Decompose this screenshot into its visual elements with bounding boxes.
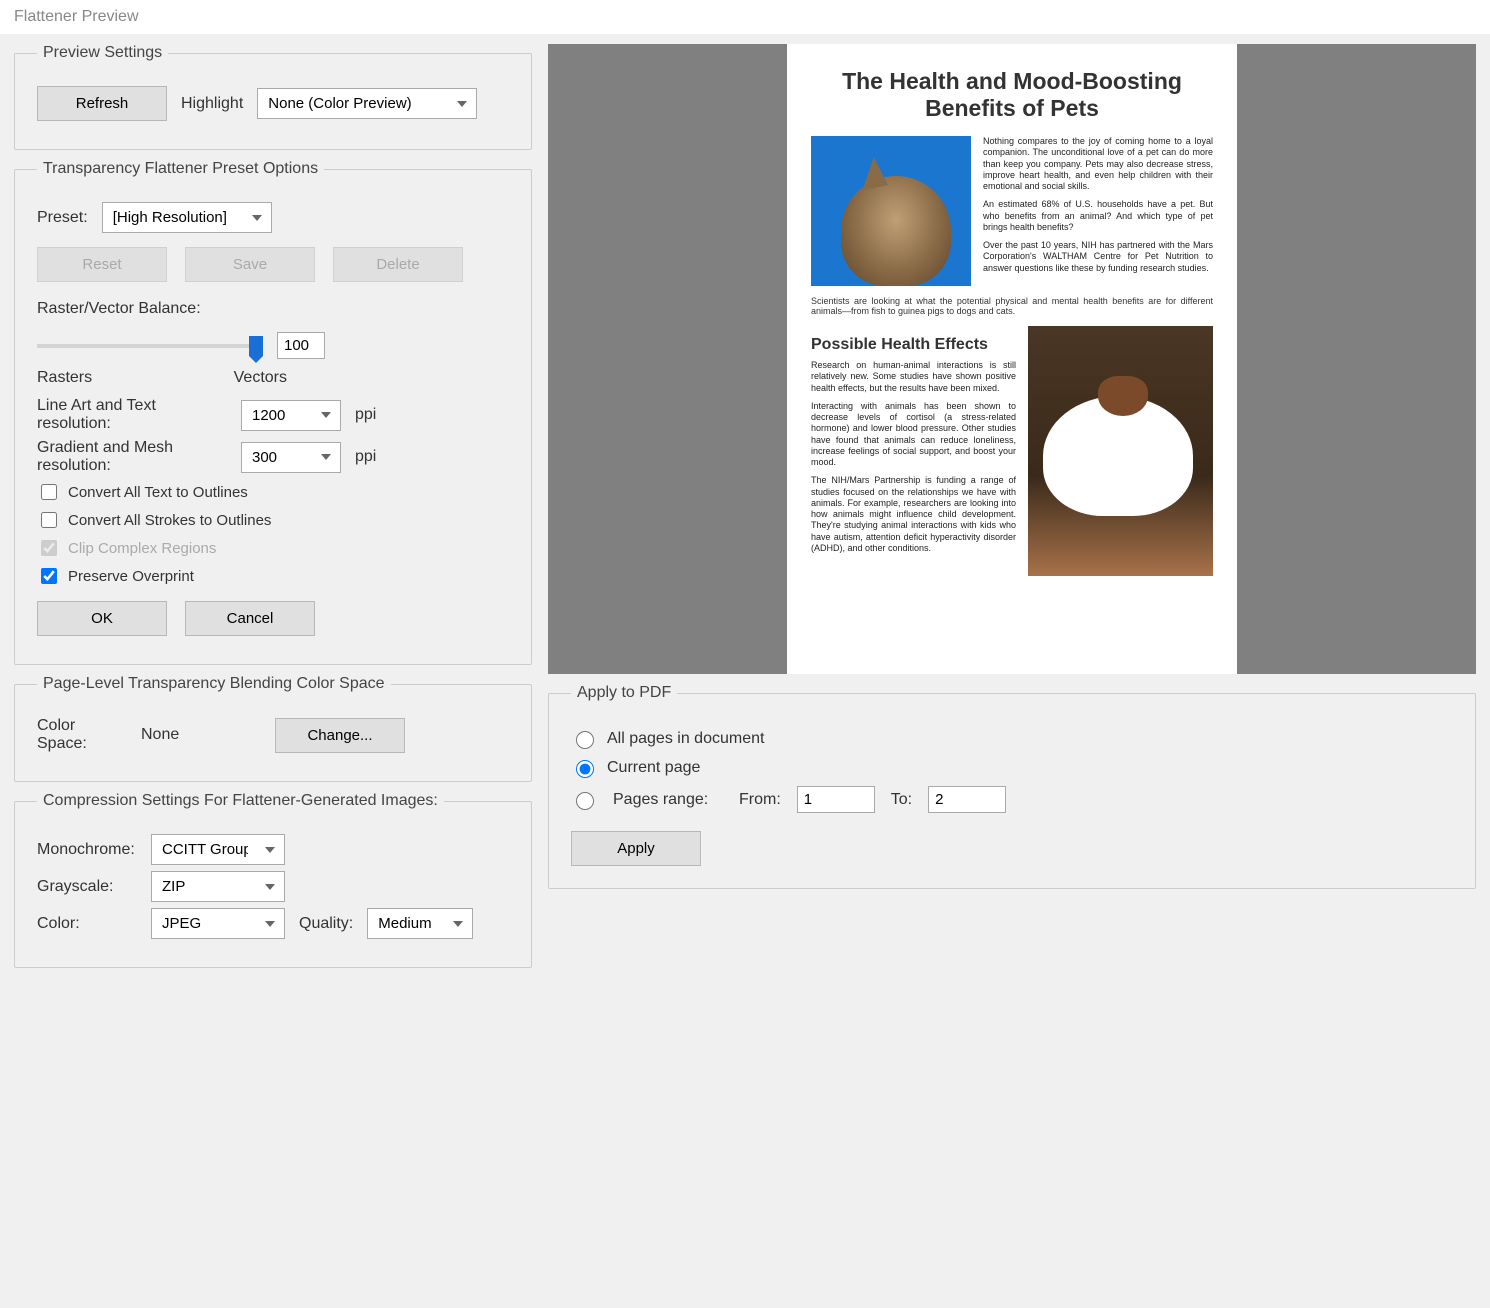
color-space-value: None <box>141 726 261 744</box>
preview-page: The Health and Mood-Boosting Benefits of… <box>787 44 1237 674</box>
vectors-label: Vectors <box>234 369 287 387</box>
lineart-ppi: ppi <box>355 406 376 424</box>
slider-thumb[interactable] <box>249 336 263 356</box>
doc-p3: Over the past 10 years, NIH has partnere… <box>983 240 1213 274</box>
refresh-button[interactable]: Refresh <box>37 86 167 121</box>
gradient-select[interactable]: 300 <box>241 442 341 473</box>
gradient-label: Gradient and Mesh resolution: <box>37 439 227 475</box>
preserve-overprint-checkbox[interactable] <box>41 568 57 584</box>
pages-range-radio[interactable] <box>576 792 594 810</box>
grayscale-select[interactable]: ZIP <box>151 871 285 902</box>
preview-settings-panel: Preview Settings Refresh Highlight None … <box>14 44 532 150</box>
ok-button[interactable]: OK <box>37 601 167 636</box>
rasters-label: Rasters <box>37 369 92 387</box>
from-label: From: <box>739 791 781 809</box>
quality-label: Quality: <box>299 915 353 933</box>
raster-vector-slider[interactable] <box>37 344 257 348</box>
current-page-radio[interactable] <box>576 760 594 778</box>
doc-p2: An estimated 68% of U.S. households have… <box>983 199 1213 233</box>
highlight-select[interactable]: None (Color Preview) <box>257 88 477 119</box>
from-input[interactable] <box>797 786 875 813</box>
raster-vector-input[interactable] <box>277 332 325 359</box>
reset-button[interactable]: Reset <box>37 247 167 282</box>
color-label: Color: <box>37 915 137 933</box>
highlight-label: Highlight <box>181 95 243 113</box>
strokes-outlines-checkbox[interactable] <box>41 512 57 528</box>
pages-range-label: Pages range: <box>613 791 723 809</box>
color-compression-select[interactable]: JPEG <box>151 908 285 939</box>
to-input[interactable] <box>928 786 1006 813</box>
delete-button[interactable]: Delete <box>333 247 463 282</box>
all-pages-radio[interactable] <box>576 731 594 749</box>
doc-b1: Research on human-animal interactions is… <box>811 360 1016 394</box>
doc-title: The Health and Mood-Boosting Benefits of… <box>811 68 1213 122</box>
lineart-select[interactable]: 1200 <box>241 400 341 431</box>
clip-regions-checkbox <box>41 540 57 556</box>
strokes-outlines-label: Convert All Strokes to Outlines <box>68 512 271 529</box>
change-button[interactable]: Change... <box>275 718 405 753</box>
grayscale-label: Grayscale: <box>37 878 137 896</box>
text-outlines-checkbox[interactable] <box>41 484 57 500</box>
monochrome-select[interactable]: CCITT Group 4 <box>151 834 285 865</box>
lineart-label: Line Art and Text resolution: <box>37 397 227 433</box>
clip-regions-label: Clip Complex Regions <box>68 540 216 557</box>
raster-vector-label: Raster/Vector Balance: <box>37 300 509 318</box>
color-space-panel: Page-Level Transparency Blending Color S… <box>14 675 532 782</box>
current-page-label: Current page <box>607 759 700 777</box>
dog-image <box>1028 326 1213 576</box>
apply-button[interactable]: Apply <box>571 831 701 866</box>
all-pages-label: All pages in document <box>607 730 764 748</box>
quality-select[interactable]: Medium <box>367 908 473 939</box>
flattener-options-panel: Transparency Flattener Preset Options Pr… <box>14 160 532 665</box>
preview-settings-legend: Preview Settings <box>37 44 168 62</box>
document-preview: The Health and Mood-Boosting Benefits of… <box>548 44 1476 674</box>
monochrome-label: Monochrome: <box>37 841 137 859</box>
doc-h2: Possible Health Effects <box>811 336 1016 354</box>
flattener-legend: Transparency Flattener Preset Options <box>37 160 324 178</box>
preset-label: Preset: <box>37 209 88 227</box>
apply-panel: Apply to PDF All pages in document Curre… <box>548 684 1476 889</box>
compression-panel: Compression Settings For Flattener-Gener… <box>14 792 532 968</box>
doc-b3: The NIH/Mars Partnership is funding a ra… <box>811 475 1016 554</box>
save-button[interactable]: Save <box>185 247 315 282</box>
doc-p1: Nothing compares to the joy of coming ho… <box>983 136 1213 192</box>
cancel-button[interactable]: Cancel <box>185 601 315 636</box>
preserve-overprint-label: Preserve Overprint <box>68 568 194 585</box>
compression-legend: Compression Settings For Flattener-Gener… <box>37 792 444 810</box>
to-label: To: <box>891 791 912 809</box>
gradient-ppi: ppi <box>355 448 376 466</box>
doc-wide: Scientists are looking at what the poten… <box>811 296 1213 316</box>
color-space-label: Color Space: <box>37 717 127 753</box>
doc-b2: Interacting with animals has been shown … <box>811 401 1016 469</box>
color-space-legend: Page-Level Transparency Blending Color S… <box>37 675 391 693</box>
window-title: Flattener Preview <box>0 0 1490 34</box>
text-outlines-label: Convert All Text to Outlines <box>68 484 248 501</box>
cat-image <box>811 136 971 286</box>
apply-legend: Apply to PDF <box>571 684 677 702</box>
preset-select[interactable]: [High Resolution] <box>102 202 272 233</box>
